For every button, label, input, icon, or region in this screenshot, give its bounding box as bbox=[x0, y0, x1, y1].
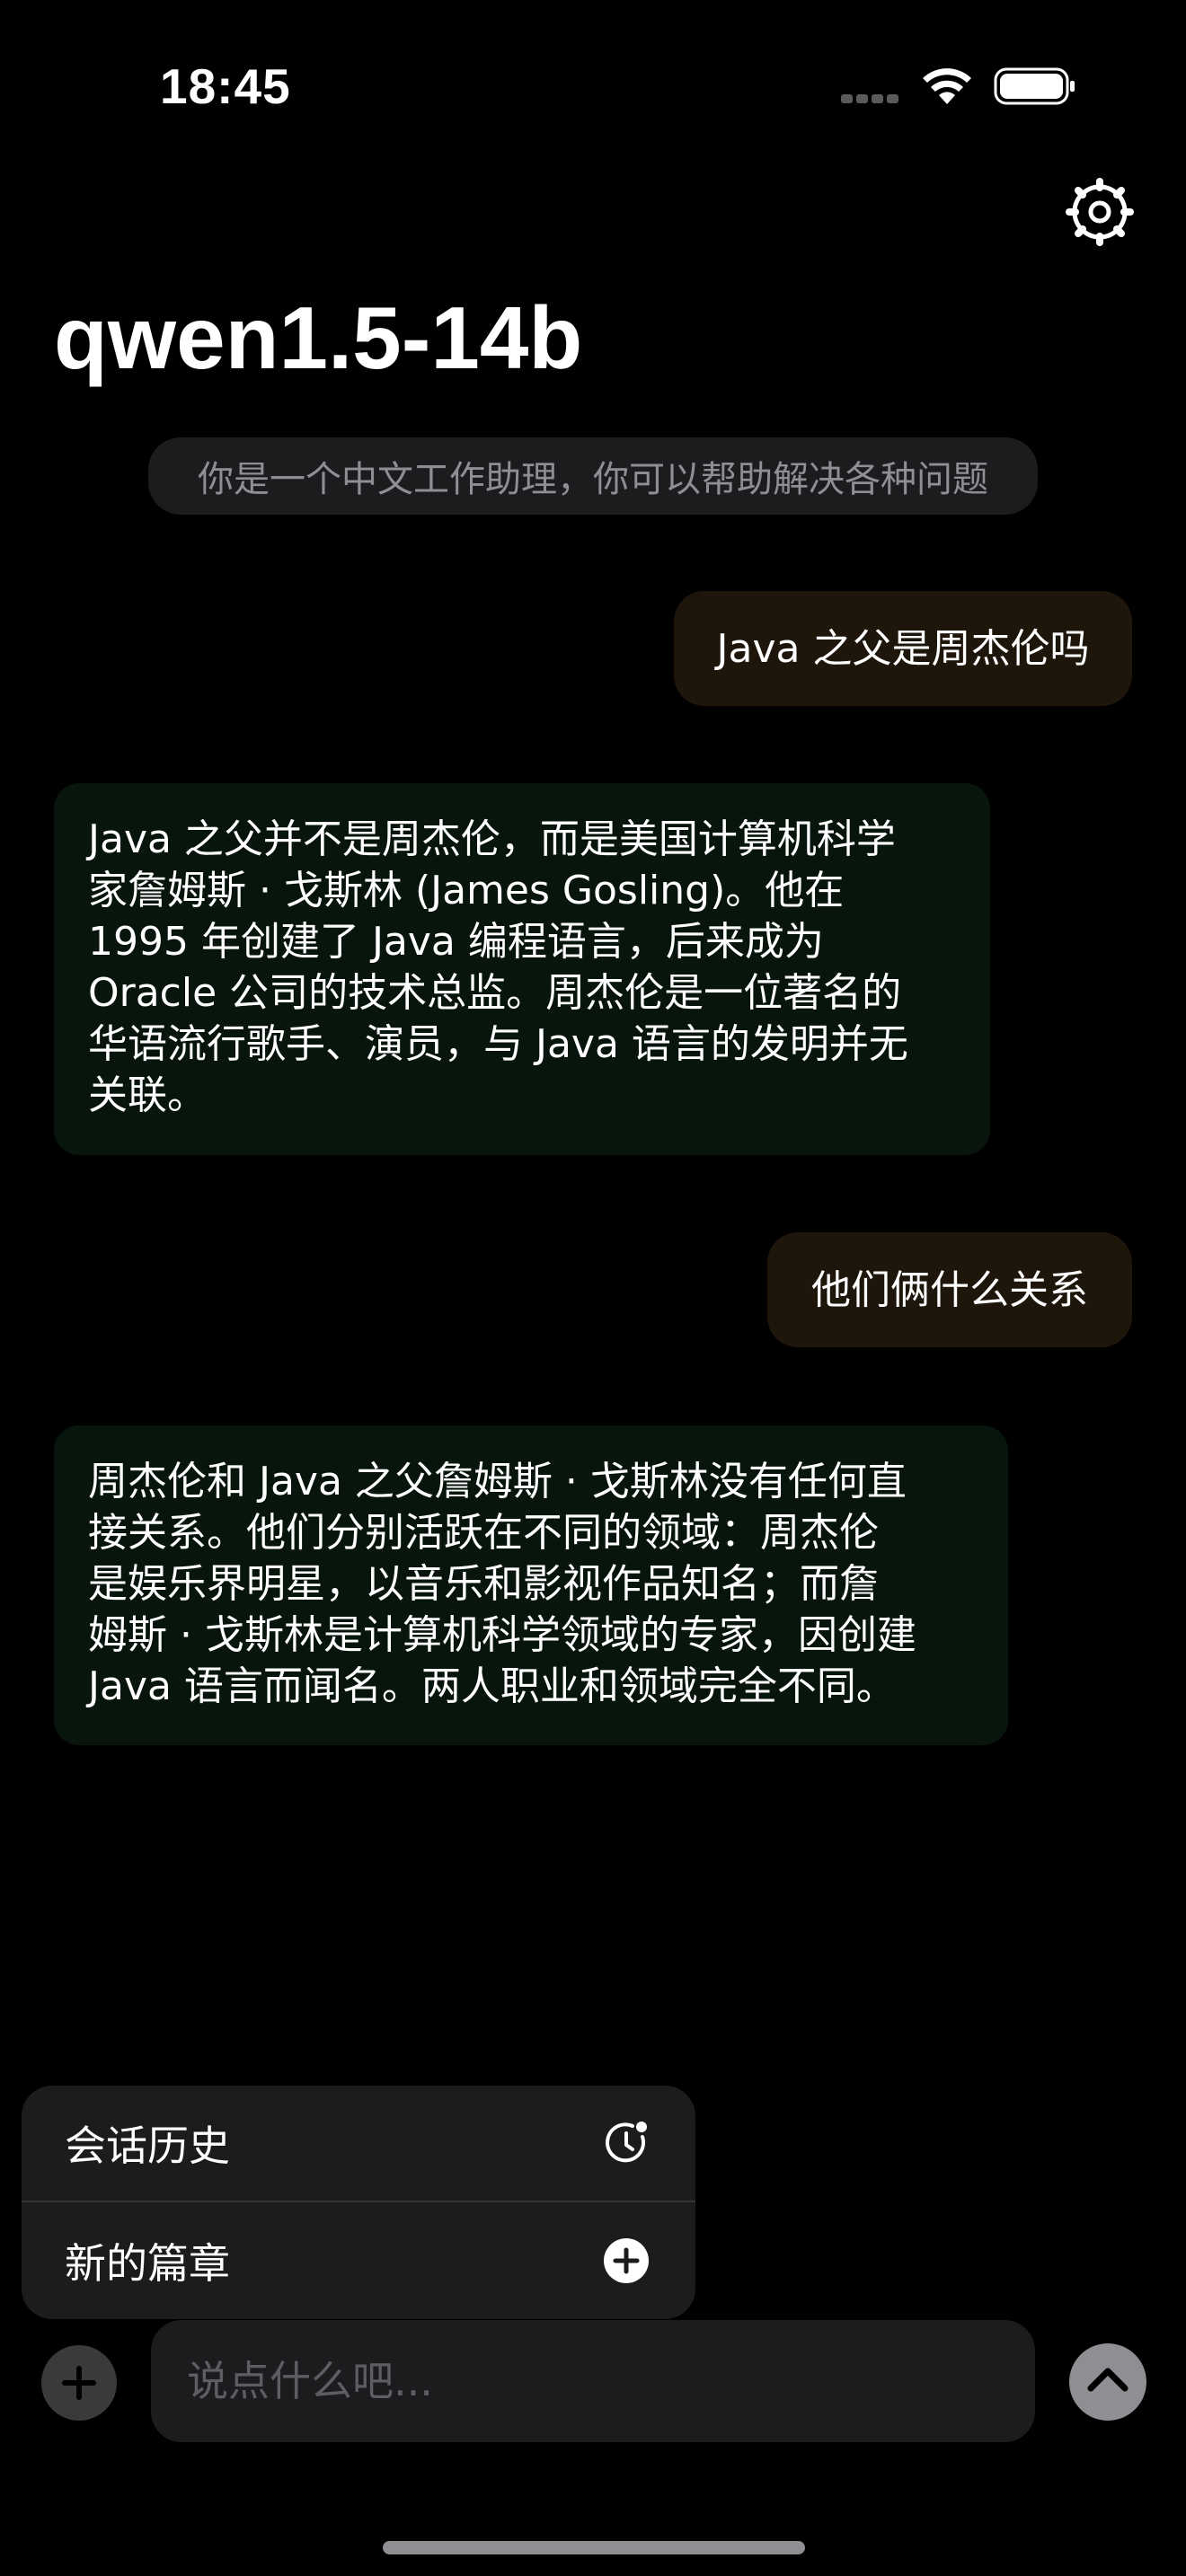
system-prompt-badge: 你是一个中文工作助理，你可以帮助解决各种问题 bbox=[148, 437, 1038, 515]
gear-icon[interactable] bbox=[1066, 178, 1134, 246]
history-clock-icon bbox=[606, 2122, 647, 2163]
message-line: Java 语言而闻名。两人职业和领域完全不同。 bbox=[88, 1663, 896, 1709]
plus-circle-icon bbox=[604, 2238, 649, 2283]
chevron-up-icon[interactable] bbox=[1069, 2343, 1146, 2421]
user-message-bubble: 他们俩什么关系 bbox=[767, 1232, 1132, 1347]
assistant-message-bubble: Java 之父并不是周杰伦，而是美国计算机科学 家詹姆斯 · 戈斯林 (Jame… bbox=[54, 783, 990, 1155]
message-line: 是娱乐界明星，以音乐和影视作品知名；而詹 bbox=[88, 1561, 879, 1607]
cellular-signal-icon bbox=[841, 94, 900, 103]
add-button[interactable] bbox=[41, 2345, 117, 2421]
page-title: qwen1.5-14b bbox=[54, 288, 583, 387]
message-input[interactable] bbox=[151, 2320, 1035, 2442]
message-line: 关联。 bbox=[88, 1072, 207, 1118]
menu-item-label: 会话历史 bbox=[65, 2122, 230, 2170]
message-line: Java 之父并不是周杰伦，而是美国计算机科学 bbox=[88, 816, 896, 862]
popup-menu: 会话历史 新的篇章 bbox=[22, 2086, 695, 2319]
menu-item-label: 新的篇章 bbox=[65, 2239, 230, 2288]
message-text: Java 之父是周杰伦吗 bbox=[716, 625, 1090, 672]
battery-icon bbox=[994, 67, 1075, 105]
assistant-message-bubble: 周杰伦和 Java 之父詹姆斯 · 戈斯林没有任何直 接关系。他们分别活跃在不同… bbox=[54, 1425, 1008, 1745]
message-line: 华语流行歌手、演员，与 Java 语言的发明并无 bbox=[88, 1021, 908, 1067]
status-bar: 18:45 bbox=[0, 0, 1186, 171]
message-line: 接关系。他们分别活跃在不同的领域：周杰伦 bbox=[88, 1510, 879, 1556]
status-time: 18:45 bbox=[160, 58, 291, 114]
user-message-bubble: Java 之父是周杰伦吗 bbox=[674, 591, 1132, 706]
home-indicator bbox=[383, 2541, 805, 2554]
message-text: 他们俩什么关系 bbox=[811, 1266, 1088, 1313]
menu-item-history[interactable]: 会话历史 bbox=[22, 2086, 695, 2202]
message-line: 家詹姆斯 · 戈斯林 (James Gosling)。他在 bbox=[88, 868, 845, 913]
menu-item-new-chapter[interactable]: 新的篇章 bbox=[22, 2202, 695, 2319]
wifi-icon bbox=[923, 68, 971, 104]
message-line: 姆斯 · 戈斯林是计算机科学领域的专家，因创建 bbox=[88, 1612, 916, 1658]
message-line: 1995 年创建了 Java 编程语言，后来成为 bbox=[88, 919, 824, 965]
message-line: 周杰伦和 Java 之父詹姆斯 · 戈斯林没有任何直 bbox=[88, 1459, 907, 1504]
message-line: Oracle 公司的技术总监。周杰伦是一位著名的 bbox=[88, 970, 902, 1016]
